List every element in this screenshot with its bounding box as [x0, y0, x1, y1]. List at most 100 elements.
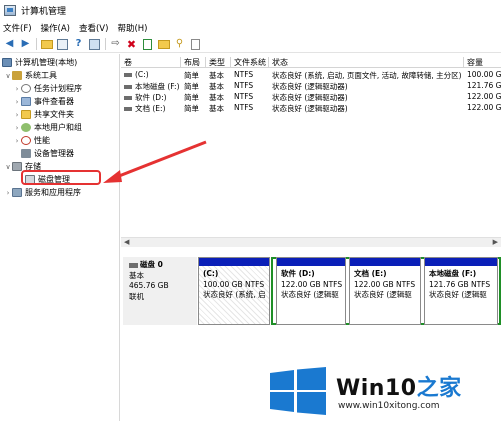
watermark-brand: Win10 [336, 376, 417, 401]
filesystem-cell: NTFS [234, 81, 254, 90]
tree-item-task-scheduler[interactable]: › 任务计划程序 [13, 82, 82, 95]
disk-status: 联机 [129, 291, 144, 301]
partition-name: 本地磁盘 (F:) [429, 269, 477, 278]
performance-icon [21, 136, 31, 145]
filesystem-cell: NTFS [234, 92, 254, 101]
win10-watermark: Win10之家 www.win10xitong.com [262, 363, 501, 421]
menu-help[interactable]: 帮助(H) [117, 22, 147, 34]
column-header-layout[interactable]: 布局 [181, 57, 206, 68]
partition-size: 121.76 GB NTFS [429, 279, 491, 289]
chevron-right-icon[interactable]: › [13, 85, 21, 93]
table-row[interactable]: 软件 (D:) 简单 基本 NTFS 状态良好 (逻辑驱动器) 122.00 G [121, 92, 501, 103]
type-cell: 基本 [209, 93, 224, 102]
menu-bar: 文件(F) 操作(A) 查看(V) 帮助(H) [0, 20, 501, 36]
partition-d[interactable]: 软件 (D:) 122.00 GB NTFS 状态良好 (逻辑驱 [276, 257, 346, 325]
scroll-left-icon[interactable]: ◀ [124, 238, 129, 246]
tree-item-system-tools[interactable]: ∨ 系统工具 [4, 69, 57, 82]
type-cell: 基本 [209, 71, 224, 80]
checklist-icon[interactable] [141, 38, 154, 51]
partition-size: 122.00 GB NTFS [354, 279, 416, 289]
watermark-url: www.win10xitong.com [338, 401, 440, 411]
storage-icon [12, 162, 22, 171]
drive-icon [124, 85, 132, 89]
computer-management-icon [4, 4, 16, 16]
properties-icon[interactable] [56, 38, 69, 51]
status-cell: 状态良好 (逻辑驱动器) [272, 82, 348, 91]
chevron-right-icon[interactable]: › [4, 189, 12, 197]
partition-c[interactable]: (C:) 100.00 GB NTFS 状态良好 (系统, 启 [198, 257, 270, 325]
table-row[interactable]: 文档 (E:) 简单 基本 NTFS 状态良好 (逻辑驱动器) 122.00 G [121, 103, 501, 114]
tree-item-shared-folders[interactable]: › 共享文件夹 [13, 108, 74, 121]
title-bar: 计算机管理 [0, 0, 501, 20]
tree-item-event-viewer[interactable]: › 事件查看器 [13, 95, 74, 108]
capacity-cell: 122.00 G [467, 92, 501, 101]
chevron-down-icon[interactable]: ∨ [4, 72, 12, 80]
column-header-filesystem[interactable]: 文件系统 [231, 57, 269, 68]
tree-item-local-users[interactable]: › 本地用户和组 [13, 121, 82, 134]
toolbar-separator [36, 38, 37, 50]
chevron-right-icon[interactable]: › [13, 111, 21, 119]
help-icon[interactable]: ? [72, 38, 85, 51]
chevron-right-icon[interactable]: › [13, 137, 21, 145]
column-header-capacity[interactable]: 容量 [464, 57, 501, 68]
menu-action[interactable]: 操作(A) [41, 22, 70, 34]
layout-cell: 简单 [184, 82, 199, 91]
column-header-type[interactable]: 类型 [206, 57, 231, 68]
partition-e[interactable]: 文档 (E:) 122.00 GB NTFS 状态良好 (逻辑驱 [349, 257, 421, 325]
open-folder-icon[interactable] [157, 38, 170, 51]
delete-icon[interactable]: ✖ [125, 38, 138, 51]
partition-f[interactable]: 本地磁盘 (F:) 121.76 GB NTFS 状态良好 (逻辑驱 [424, 257, 498, 325]
event-viewer-icon [21, 97, 31, 106]
search-icon[interactable]: ⚲ [173, 38, 186, 51]
partition-bar [277, 258, 345, 266]
tree-item-performance[interactable]: › 性能 [13, 134, 50, 147]
column-header-status[interactable]: 状态 [269, 57, 464, 68]
type-cell: 基本 [209, 104, 224, 113]
layout-cell: 简单 [184, 104, 199, 113]
computer-icon [2, 58, 12, 67]
tree-item-root[interactable]: 计算机管理(本地) [2, 56, 77, 69]
table-row[interactable]: (C:) 简单 基本 NTFS 状态良好 (系统, 启动, 页面文件, 活动, … [121, 70, 501, 81]
column-header-volume[interactable]: 卷 [121, 57, 181, 68]
volume-name-cell: (C:) [121, 70, 181, 79]
drive-icon [124, 73, 132, 77]
windows-logo-icon [270, 367, 326, 415]
navigation-tree: 计算机管理(本地) ∨ 系统工具 › 任务计划程序 › 事件查看器 › 共享文件… [0, 54, 120, 421]
tree-item-services[interactable]: › 服务和应用程序 [4, 186, 81, 199]
watermark-brand-suffix: 之家 [416, 376, 462, 401]
partition-status: 状态良好 (逻辑驱 [354, 290, 412, 299]
shared-folder-icon [21, 110, 31, 119]
menu-file[interactable]: 文件(F) [3, 22, 32, 34]
status-cell: 状态良好 (逻辑驱动器) [272, 104, 348, 113]
partition-status: 状态良好 (系统, 启 [203, 290, 266, 299]
capacity-cell: 100.00 G [467, 70, 501, 79]
volume-name-cell: 软件 (D:) [121, 92, 181, 103]
disk-type: 基本 [129, 270, 144, 280]
forward-arrow-icon[interactable]: ▶ [19, 38, 32, 51]
red-arrow-annotation [103, 140, 207, 183]
chevron-right-icon[interactable]: › [13, 124, 21, 132]
filesystem-cell: NTFS [234, 70, 254, 79]
chevron-right-icon[interactable]: › [13, 98, 21, 106]
document-icon[interactable] [189, 38, 202, 51]
tree-item-device-manager[interactable]: 设备管理器 [21, 147, 74, 160]
connect-icon[interactable]: ⇨ [109, 38, 122, 51]
scroll-right-icon[interactable]: ▶ [493, 238, 498, 246]
back-arrow-icon[interactable]: ◀ [3, 38, 16, 51]
disk-name: 磁盘 0 [140, 260, 163, 269]
up-folder-icon[interactable] [40, 38, 53, 51]
clock-icon [21, 84, 31, 93]
disk-0-label[interactable]: 磁盘 0 基本 465.76 GB 联机 [123, 257, 197, 325]
console-icon[interactable] [88, 38, 101, 51]
menu-view[interactable]: 查看(V) [79, 22, 108, 34]
volume-name-cell: 本地磁盘 (F:) [121, 81, 181, 92]
status-cell: 状态良好 (系统, 启动, 页面文件, 活动, 故障转储, 主分区) [272, 71, 462, 80]
drive-icon [124, 96, 132, 100]
chevron-down-icon[interactable]: ∨ [4, 163, 12, 171]
horizontal-scrollbar[interactable]: ◀ ▶ [121, 237, 501, 247]
partition-name: (C:) [203, 269, 219, 278]
disk-management-highlight [21, 170, 101, 185]
table-row[interactable]: 本地磁盘 (F:) 简单 基本 NTFS 状态良好 (逻辑驱动器) 121.76… [121, 81, 501, 92]
filesystem-cell: NTFS [234, 103, 254, 112]
capacity-cell: 122.00 G [467, 103, 501, 112]
